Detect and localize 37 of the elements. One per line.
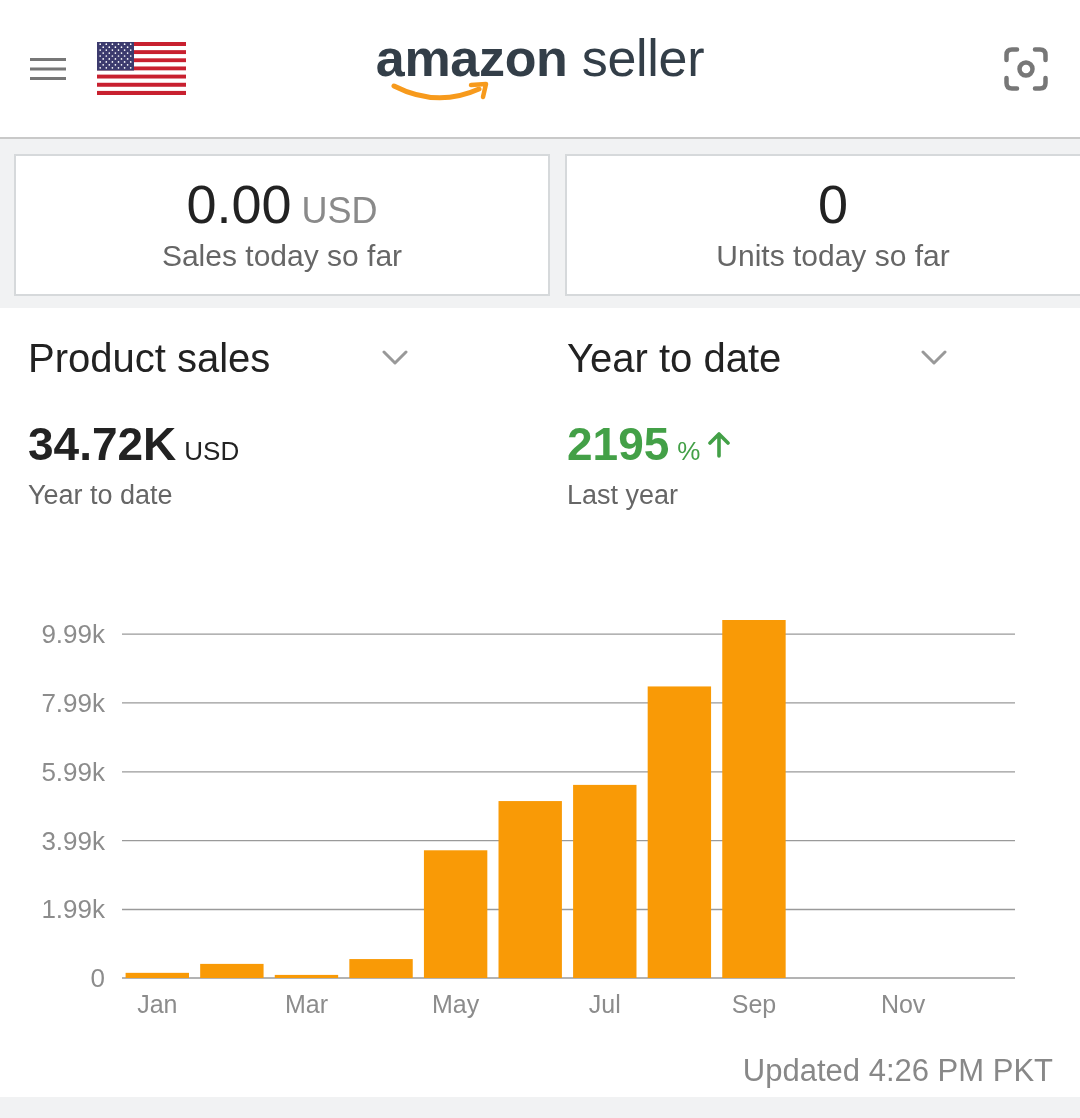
chevron-down-icon [921, 350, 947, 366]
stat-value: 0 [817, 175, 848, 233]
chart-bar [200, 963, 264, 978]
x-axis-label: Nov [880, 990, 926, 1018]
x-axis-label: Mar [284, 990, 328, 1018]
flag-icon[interactable] [97, 42, 186, 95]
percent-unit: % [677, 438, 701, 464]
dropdown-select[interactable]: Year to date [567, 333, 947, 383]
last-updated-text: Updated 4:26 PM PKT [742, 1053, 1053, 1089]
dropdown-select[interactable]: Product sales [28, 333, 408, 383]
caption-text: Last year [567, 480, 679, 510]
chevron-down-icon [382, 350, 408, 366]
caption-text: Year to date [28, 480, 173, 510]
y-axis-label: 0 [90, 963, 105, 993]
x-axis-label: May [432, 990, 480, 1018]
y-axis-label: 7.99k [41, 687, 105, 718]
chart-bar [274, 974, 339, 978]
change-percent-value: 2195 [567, 421, 670, 467]
total-value: 34.72K [28, 421, 177, 467]
x-axis-label: Jul [588, 990, 621, 1018]
arrow-up-icon [708, 432, 731, 458]
scan-icon[interactable] [1004, 46, 1048, 91]
y-axis-label: 1.99k [41, 894, 105, 925]
chart-bar [125, 972, 189, 978]
y-axis-label: 5.99k [41, 756, 105, 787]
x-axis-label: Jan [137, 990, 178, 1018]
currency-unit: USD [184, 438, 240, 464]
stat-value: 0.00 [186, 175, 292, 233]
logo-wordmark: amazon seller [375, 32, 705, 84]
stat-label: Sales today so far [161, 238, 403, 275]
currency-unit: USD [301, 192, 378, 229]
menu-icon[interactable] [30, 57, 66, 80]
chart-bar [349, 959, 413, 978]
y-axis-label: 9.99k [41, 619, 105, 650]
y-axis-label: 3.99k [41, 825, 105, 856]
stat-label: Units today so far [716, 238, 950, 275]
x-axis-label: Sep [731, 990, 777, 1018]
